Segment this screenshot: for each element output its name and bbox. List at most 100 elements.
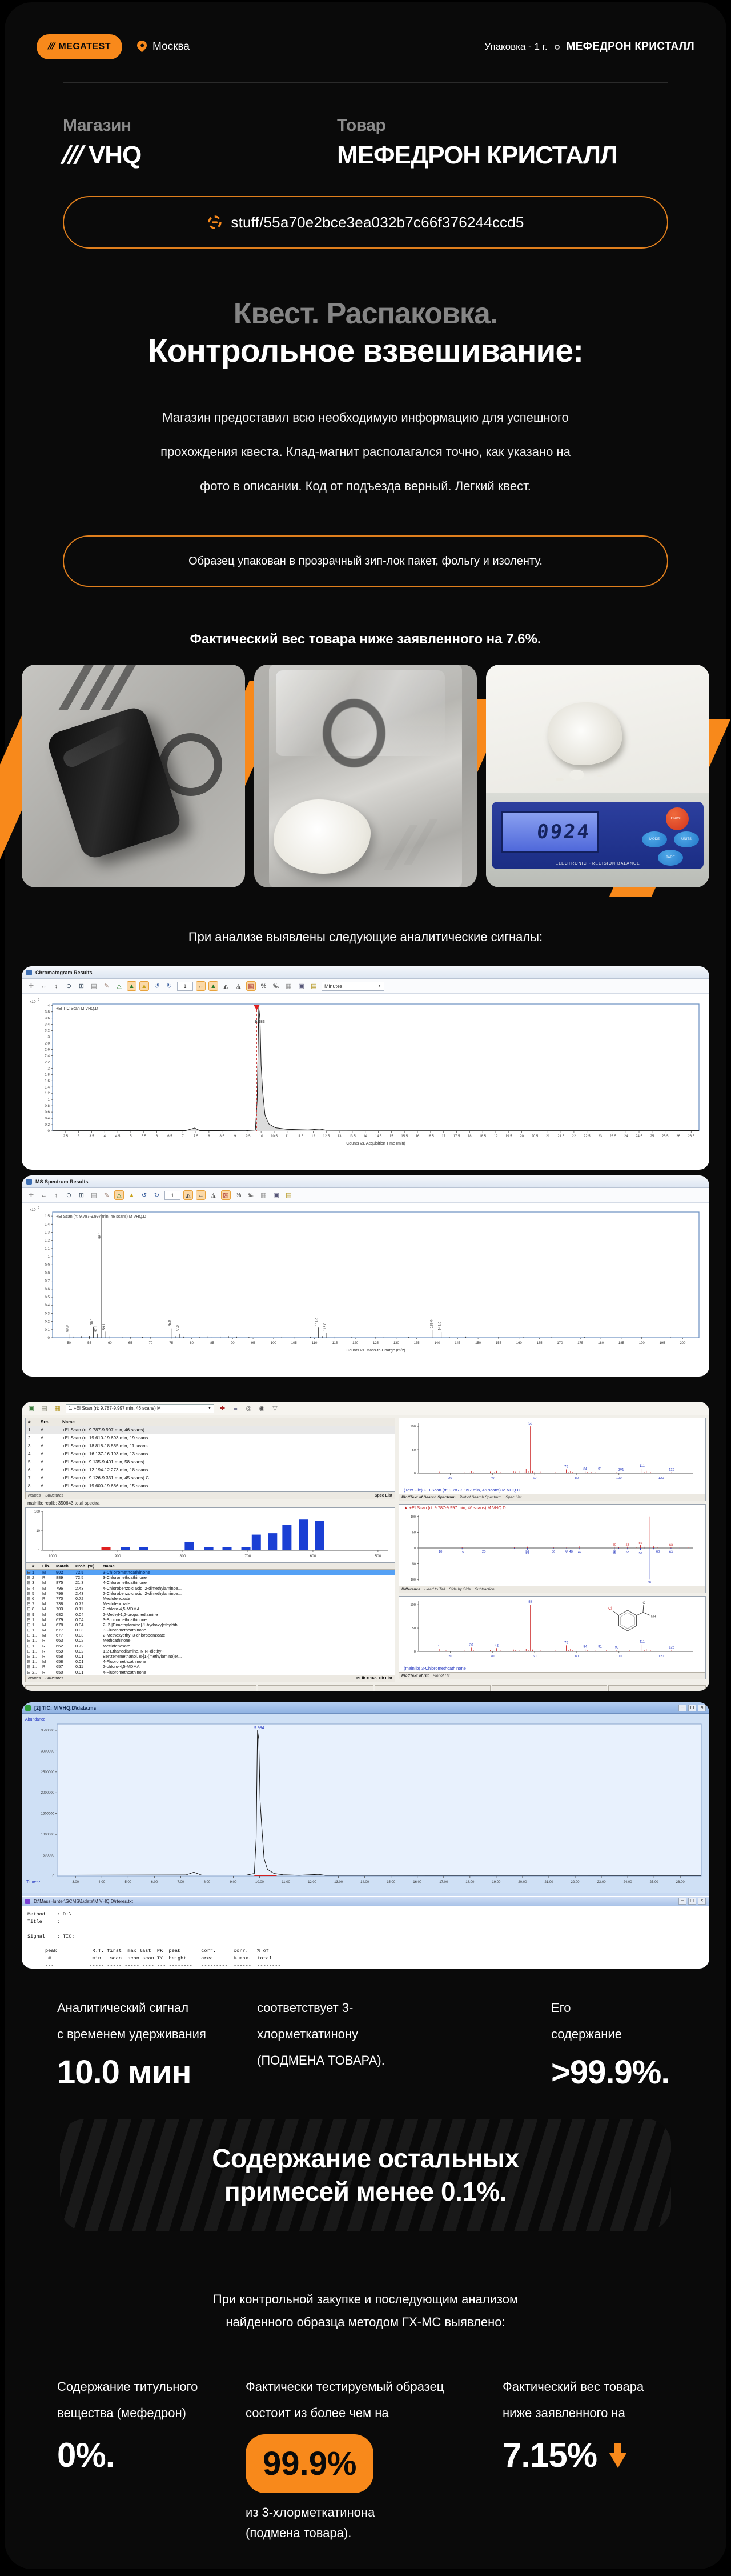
hit-row[interactable]: ⊞4M7962.434-Chlorobenzoic acid, 2-dimeth… (26, 1586, 395, 1591)
spectra-row[interactable]: 6A+EI Scan (rt: 12.194-12.273 min, 18 sc… (26, 1466, 395, 1474)
toolbar-icon[interactable]: ⊞ (77, 981, 86, 991)
toolbar-icon[interactable]: ✛ (26, 981, 36, 991)
toolbar-icon[interactable]: % (234, 1190, 243, 1200)
spectrum-dropdown[interactable]: 1. +EI Scan (rt: 9.787-9.997 min, 46 sca… (66, 1404, 214, 1413)
panel-tab[interactable]: Plot/Text of Search Spectrum (401, 1495, 456, 1499)
toolbar-icon[interactable]: ▲ (127, 981, 136, 991)
toolbar-icon[interactable]: ⊖ (64, 1190, 74, 1200)
toolbar-icon[interactable]: ◭ (221, 981, 231, 991)
hit-row[interactable]: ⊞6R7700.72Meclofenoxate (26, 1596, 395, 1601)
toolbar-icon[interactable]: ‰ (271, 981, 281, 991)
toolbar-icon[interactable]: ↕ (51, 981, 61, 991)
minimize-button[interactable]: ─ (678, 1898, 686, 1905)
panel-tab[interactable]: Plot/Text of Hit (401, 1674, 429, 1678)
toolbar-icon[interactable]: ▧ (221, 1190, 231, 1200)
toolbar-icon[interactable]: ↔ (196, 1190, 206, 1200)
tab-structures[interactable]: Structures (45, 1494, 63, 1498)
toolbar-icon[interactable]: ◉ (257, 1403, 267, 1413)
tic-window-titlebar[interactable]: [2] TIC: M VHQ.D\data.ms ─▢✕ (22, 1702, 709, 1714)
panel-tab[interactable]: Difference (401, 1587, 420, 1591)
toolbar-icon[interactable]: ▧ (246, 981, 256, 991)
tab-structures[interactable]: Structures (45, 1677, 63, 1681)
report-window-titlebar[interactable]: D:\MassHunter\GCMS\1\data\M VHQ.D\rteres… (22, 1896, 709, 1906)
hit-row[interactable]: ⊞3M87521.34-Chloromethcathinone (26, 1580, 395, 1585)
hit-row[interactable]: ⊞1..M6780.042-[2-[Dimethylamino]-1-hydro… (26, 1622, 395, 1627)
toolbar-icon[interactable]: ‰ (246, 1190, 256, 1200)
spectra-row[interactable]: 5A+EI Scan (rt: 9.135-9.401 min, 58 scan… (26, 1458, 395, 1466)
minimize-button[interactable]: ─ (678, 1705, 686, 1711)
scale-count-input[interactable]: 1 (164, 1191, 180, 1200)
toolbar-icon[interactable]: ▣ (26, 1403, 36, 1413)
hit-row[interactable]: ⊞1..R6590.021,2-Ethanediamine, N,N'-diet… (26, 1649, 395, 1654)
toolbar-icon[interactable]: ◭ (183, 1190, 193, 1200)
toolbar-icon[interactable]: ✎ (102, 1190, 111, 1200)
toolbar-icon[interactable]: ▦ (259, 1190, 268, 1200)
spectra-row[interactable]: 4A+EI Scan (rt: 16.137-16.193 min, 13 sc… (26, 1450, 395, 1458)
toolbar-icon[interactable]: ◮ (234, 981, 243, 991)
stuff-link-button[interactable]: stuff/55a70e2bce3ea032b7c66f376244ccd5 (63, 196, 668, 249)
toolbar-icon[interactable]: ▲ (208, 981, 218, 991)
maximize-button[interactable]: ▢ (688, 1898, 696, 1905)
hit-row[interactable]: ⊞1M90272.53-Chloromethcathinone (26, 1570, 395, 1575)
hit-row[interactable]: ⊞1..M6580.014-Fluoromethcathinone (26, 1659, 395, 1664)
tab-names[interactable]: Names (28, 1494, 41, 1498)
toolbar-icon[interactable]: ⊖ (64, 981, 74, 991)
toolbar-icon[interactable]: ▤ (284, 1190, 294, 1200)
close-button[interactable]: ✕ (698, 1705, 706, 1711)
spectra-row[interactable]: 7A+EI Scan (rt: 9.126-9.331 min, 45 scan… (26, 1474, 395, 1482)
hit-row[interactable]: ⊞1..R6620.72Meclofenoxate (26, 1643, 395, 1649)
scale-mode-button[interactable]: MODE (642, 831, 667, 847)
toolbar-icon[interactable]: ▽ (270, 1403, 280, 1413)
toolbar-icon[interactable]: ▤ (39, 1403, 49, 1413)
toolbar-icon[interactable]: ▤ (309, 981, 319, 991)
hit-row[interactable]: ⊞1..R6580.01Benzenemethanol, α-[1-(methy… (26, 1654, 395, 1659)
spectra-row[interactable]: 2A+EI Scan (rt: 19.610-19.693 min, 19 sc… (26, 1434, 395, 1442)
toolbar-icon[interactable]: ✛ (26, 1190, 36, 1200)
panel-tab[interactable]: Head to Tail (424, 1587, 445, 1591)
toolbar-icon[interactable]: ◮ (208, 1190, 218, 1200)
ms-window-titlebar[interactable]: MS Spectrum Results (22, 1175, 709, 1188)
close-button[interactable]: ✕ (698, 1898, 706, 1905)
hit-row[interactable]: ⊞7M7380.72Meclofenoxate (26, 1601, 395, 1606)
hit-row[interactable]: ⊞1..R6570.112-chloro-4,5-MDMA (26, 1664, 395, 1669)
hit-row[interactable]: ⊞5M7962.432-Chlorobenzoic acid, 2-dimeth… (26, 1591, 395, 1596)
hit-row[interactable]: ⊞2..R6500.014-Fluoromethcathinone (26, 1670, 395, 1675)
toolbar-icon[interactable]: ↺ (152, 981, 162, 991)
toolbar-icon[interactable]: ↔ (39, 981, 49, 991)
panel-tab[interactable]: Plot of Search Spectrum (460, 1495, 502, 1499)
chromatogram-window-titlebar[interactable]: Chromatogram Results (22, 966, 709, 979)
toolbar-icon[interactable]: ▦ (53, 1403, 62, 1413)
toolbar-icon[interactable]: ▣ (271, 1190, 281, 1200)
hit-row[interactable]: ⊞1..M6770.032-Methoxyethyl 3-chlorobenzo… (26, 1633, 395, 1638)
toolbar-icon[interactable]: ↔ (196, 981, 206, 991)
toolbar-icon[interactable]: ▦ (284, 981, 294, 991)
toolbar-icon[interactable]: ↕ (51, 1190, 61, 1200)
hit-row[interactable]: ⊞1..M6790.043-Bromomethcathinone (26, 1617, 395, 1622)
panel-tab[interactable]: Subtraction (475, 1587, 494, 1591)
panel-tab[interactable]: Side by Side (449, 1587, 471, 1591)
toolbar-icon[interactable]: ▤ (89, 1190, 99, 1200)
toolbar-icon[interactable]: ▣ (296, 981, 306, 991)
scale-count-input[interactable]: 1 (177, 982, 193, 991)
maximize-button[interactable]: ▢ (688, 1705, 696, 1711)
toolbar-icon[interactable]: △ (114, 981, 124, 991)
hit-row[interactable]: ⊞2R88972.53-Chloromethcathinone (26, 1575, 395, 1580)
toolbar-icon[interactable]: ≡ (231, 1403, 240, 1413)
toolbar-icon[interactable]: ▲ (139, 981, 149, 991)
units-dropdown[interactable]: Minutes▼ (322, 982, 384, 991)
toolbar-icon[interactable]: ↺ (139, 1190, 149, 1200)
toolbar-icon[interactable]: ⊞ (77, 1190, 86, 1200)
toolbar-icon[interactable]: ✎ (102, 981, 111, 991)
hit-row[interactable]: ⊞8M7030.112-chloro-4,5-MDMA (26, 1606, 395, 1611)
tab-names[interactable]: Names (28, 1677, 41, 1681)
scale-onoff-button[interactable]: ON/OFF (666, 807, 689, 830)
spectra-row[interactable]: 1A+EI Scan (rt: 9.787-9.997 min, 46 scan… (26, 1426, 395, 1434)
panel-tab[interactable]: Spec List (505, 1495, 521, 1499)
toolbar-icon[interactable]: ↔ (39, 1190, 49, 1200)
panel-tab[interactable]: Plot of Hit (433, 1674, 449, 1678)
scale-units-button[interactable]: UNITS (674, 831, 699, 847)
hit-row[interactable]: ⊞1..R6630.02Methcathinone (26, 1638, 395, 1643)
spectra-row[interactable]: 8A+EI Scan (rt: 19.600-19.666 min, 15 sc… (26, 1482, 395, 1490)
hit-row[interactable]: ⊞9M6820.042-Methyl-1,2-propanediamine (26, 1612, 395, 1617)
toolbar-icon[interactable]: ▤ (89, 981, 99, 991)
